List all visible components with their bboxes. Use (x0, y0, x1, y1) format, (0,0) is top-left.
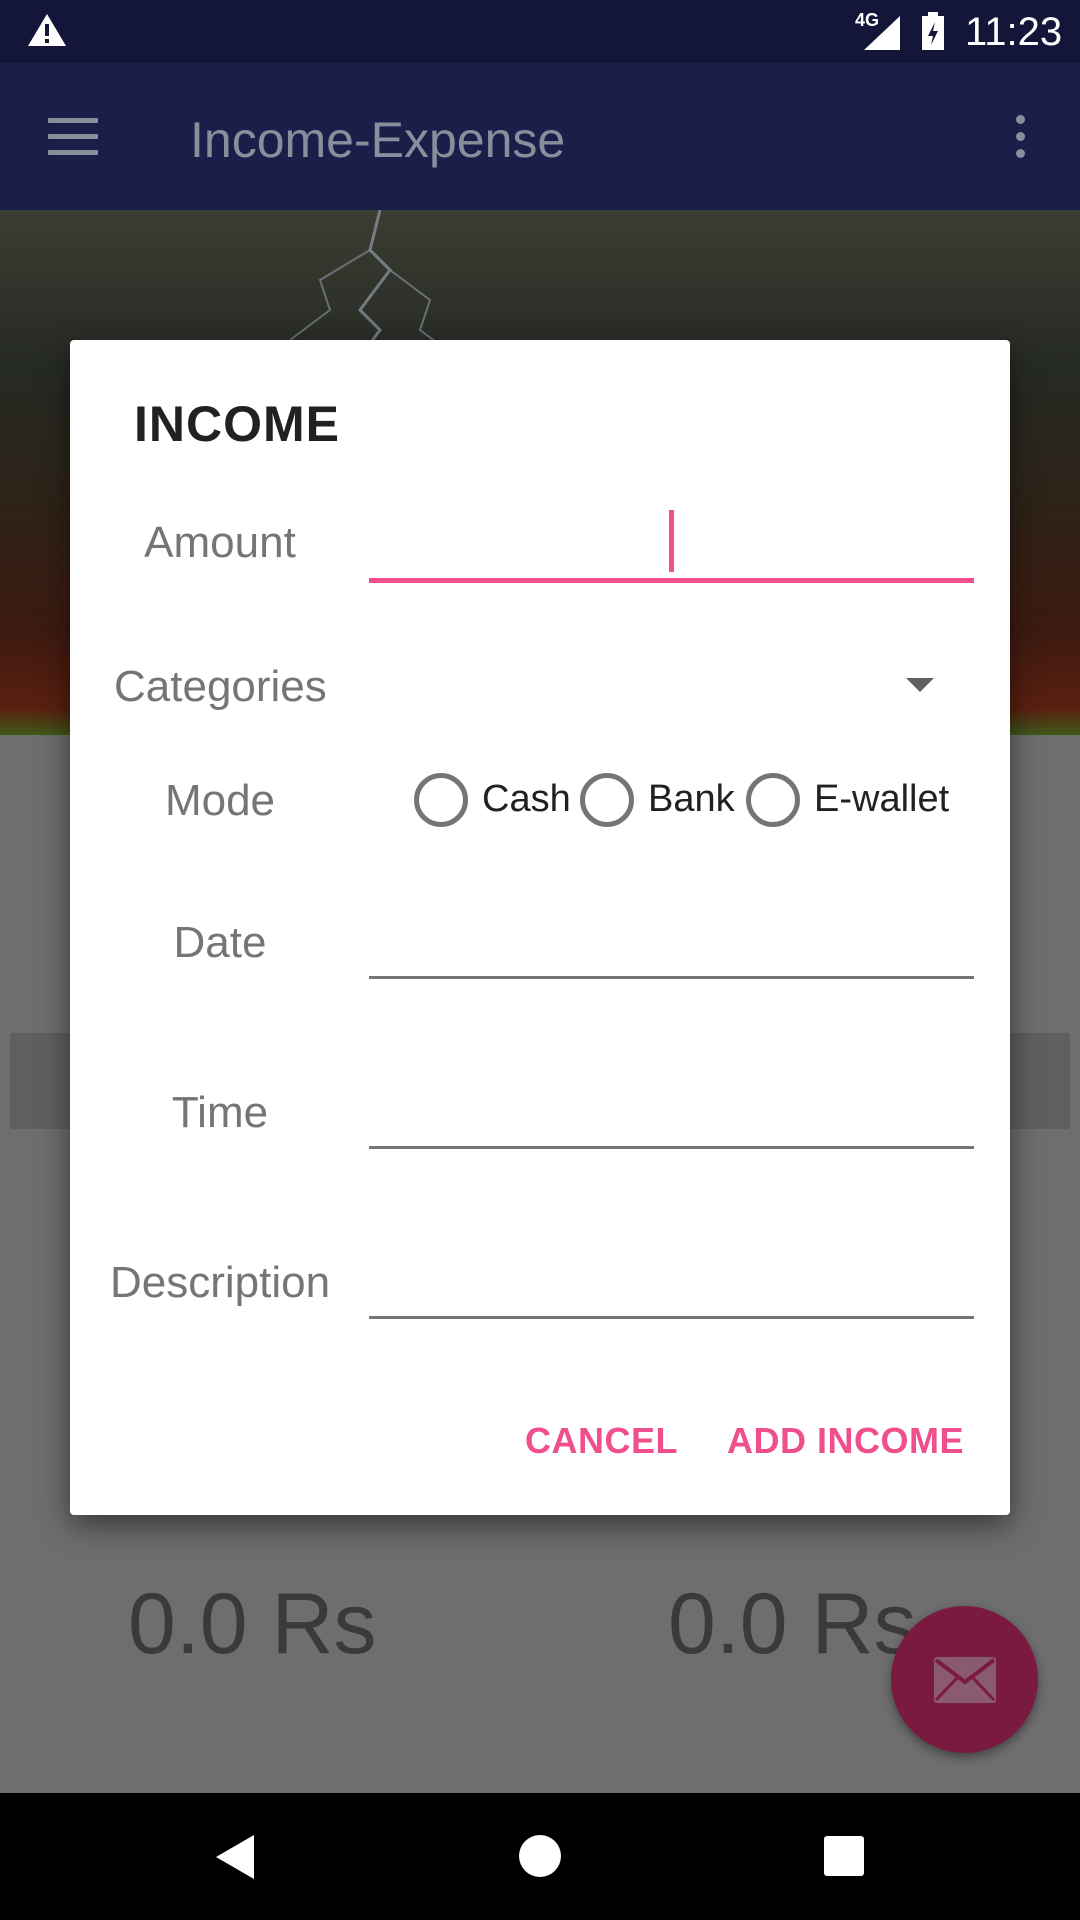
recents-icon[interactable] (824, 1836, 864, 1876)
expense-total: 0.0 Rs (668, 1576, 917, 1672)
fab-mail-button[interactable] (891, 1606, 1038, 1753)
home-icon[interactable] (519, 1835, 561, 1877)
amount-input[interactable] (369, 578, 974, 583)
signal-icon (864, 16, 900, 50)
amount-label: Amount (144, 518, 296, 567)
radio-circle[interactable] (580, 773, 634, 827)
description-label: Description (109, 1258, 331, 1307)
radio-label: Cash (482, 778, 571, 820)
radio-label: Bank (648, 778, 735, 820)
clock: 11:23 (965, 10, 1063, 54)
radio-label: E-wallet (814, 778, 950, 820)
battery-icon (922, 12, 944, 50)
cancel-button[interactable]: CANCEL (525, 1420, 678, 1462)
back-icon[interactable] (214, 1833, 256, 1881)
app-bar: Income-Expense (0, 63, 1080, 210)
chevron-down-icon[interactable] (906, 678, 934, 692)
menu-icon[interactable] (48, 118, 98, 156)
more-vert-icon[interactable] (1016, 115, 1028, 166)
dialog-title: INCOME (134, 396, 340, 452)
radio-circle[interactable] (746, 773, 800, 827)
status-bar: 4G 11:23 (0, 0, 1080, 63)
add-income-button[interactable]: ADD INCOME (727, 1420, 964, 1462)
time-label: Time (171, 1088, 269, 1137)
app-title: Income-Expense (190, 112, 566, 168)
mode-label: Mode (164, 776, 276, 825)
time-input[interactable] (369, 1146, 974, 1149)
nav-bar (0, 1793, 1080, 1920)
date-label: Date (173, 918, 267, 967)
income-dialog: INCOME Amount Categories Mode Cash Bank … (70, 340, 1010, 1515)
income-total: 0.0 Rs (128, 1576, 377, 1672)
date-input[interactable] (369, 976, 974, 979)
envelope-icon (934, 1657, 996, 1703)
radio-circle[interactable] (414, 773, 468, 827)
description-input[interactable] (369, 1316, 974, 1319)
warning-icon (28, 14, 66, 46)
categories-spinner[interactable]: Categories (114, 662, 327, 712)
text-cursor (669, 510, 674, 572)
